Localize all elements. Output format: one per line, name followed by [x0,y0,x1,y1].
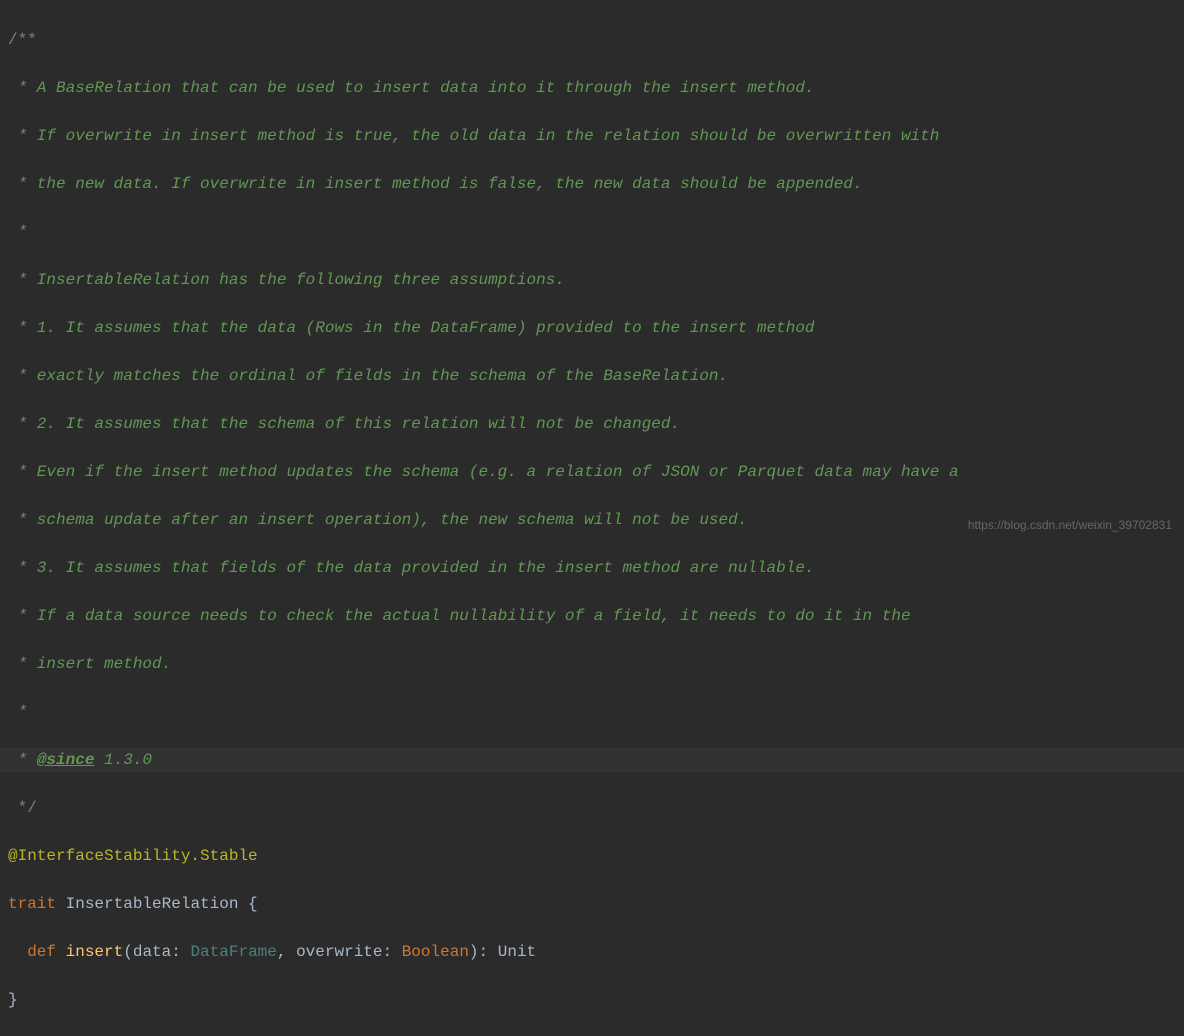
param1-type: DataFrame [190,943,276,961]
param2-name: overwrite [296,943,382,961]
comment-line: * 1. It assumes that the data (Rows in t… [8,319,815,337]
open-brace: { [248,895,258,913]
comment-line: * InsertableRelation has the following t… [8,271,565,289]
comma: , [277,943,296,961]
comment-line: * If overwrite in insert method is true,… [8,127,939,145]
comment-line: * 2. It assumes that the schema of this … [8,415,680,433]
since-version: 1.3.0 [94,751,152,769]
colon: : [383,943,402,961]
close-brace: } [8,991,18,1009]
comment-line: * [8,223,27,241]
comment-line: * exactly matches the ordinal of fields … [8,367,728,385]
comment-line: * insert method. [8,655,171,673]
param2-type: Boolean [402,943,469,961]
indent [8,943,27,961]
comment-line: * Even if the insert method updates the … [8,463,959,481]
return-colon: : [479,943,498,961]
comment-line: * If a data source needs to check the ac… [8,607,911,625]
comment-line: * the new data. If overwrite in insert m… [8,175,863,193]
annotation: @InterfaceStability.Stable [8,847,258,865]
comment-end: */ [8,799,37,817]
watermark: https://blog.csdn.net/weixin_39702831 [968,516,1172,534]
since-tag: @since [37,751,95,769]
method-name: insert [56,943,123,961]
comment-start: /** [8,31,37,49]
close-paren: ) [469,943,479,961]
comment-line: * [8,703,27,721]
comment-line: * 3. It assumes that fields of the data … [8,559,815,577]
since-prefix: * [8,751,37,769]
comment-line: * A BaseRelation that can be used to ins… [8,79,815,97]
colon: : [171,943,190,961]
return-type: Unit [498,943,536,961]
open-paren: ( [123,943,133,961]
param1-name: data [133,943,171,961]
def-keyword: def [27,943,56,961]
comment-line: * schema update after an insert operatio… [8,511,747,529]
trait-name: InsertableRelation [56,895,248,913]
trait-keyword: trait [8,895,56,913]
